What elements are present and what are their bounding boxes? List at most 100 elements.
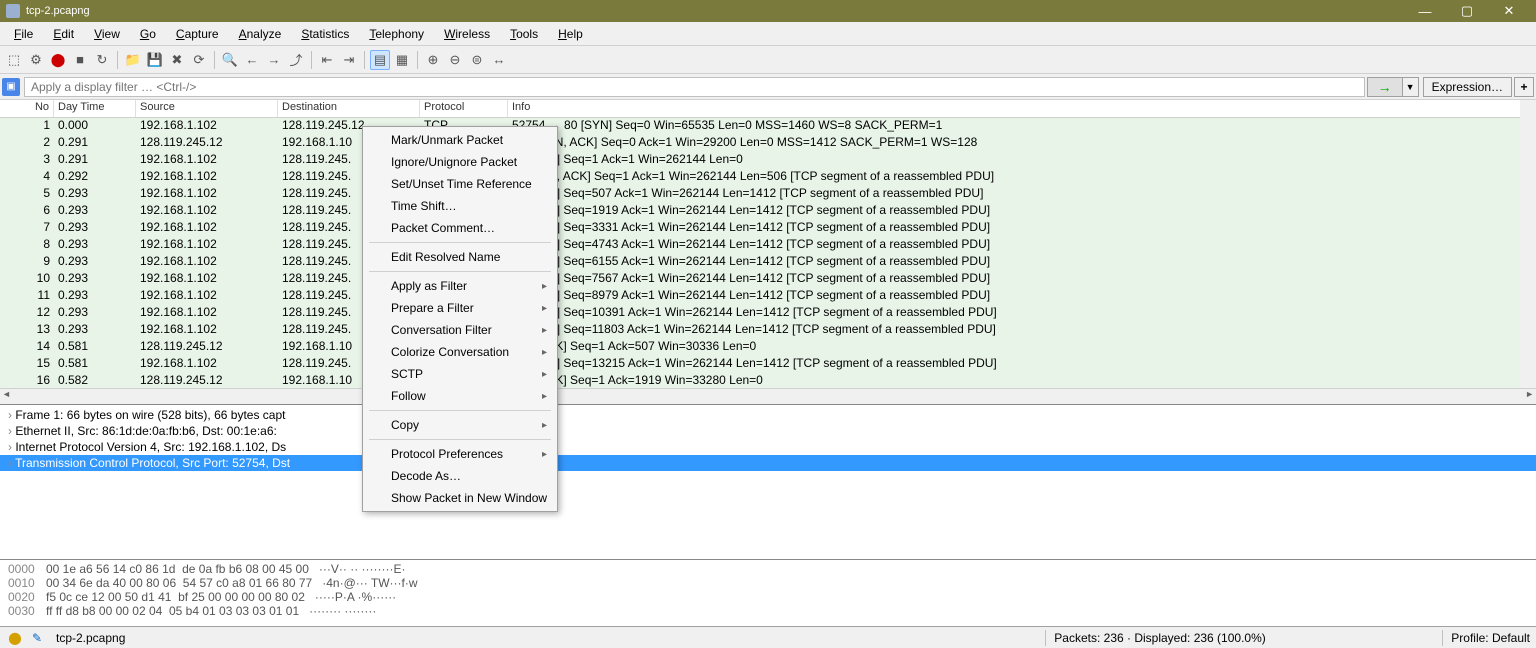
packet-row[interactable]: 70.293192.168.1.102128.119.245.80 [ACK] … <box>0 220 1536 237</box>
context-show-packet-in-new-window[interactable]: Show Packet in New Window <box>365 487 555 509</box>
context-mark-unmark-packet[interactable]: Mark/Unmark Packet <box>365 129 555 151</box>
menu-statistics[interactable]: Statistics <box>291 25 359 43</box>
packet-row[interactable]: 160.582128.119.245.12192.168.1.10754 [AC… <box>0 373 1536 388</box>
context-set-unset-time-reference[interactable]: Set/Unset Time Reference <box>365 173 555 195</box>
zoomin-icon[interactable]: ⊕ <box>423 50 443 70</box>
col-destination[interactable]: Destination <box>278 100 420 117</box>
context-protocol-preferences[interactable]: Protocol Preferences <box>365 443 555 465</box>
save-icon[interactable]: 💾 <box>145 50 165 70</box>
close-file-icon[interactable]: ✖ <box>167 50 187 70</box>
context-follow[interactable]: Follow <box>365 385 555 407</box>
context-prepare-a-filter[interactable]: Prepare a Filter <box>365 297 555 319</box>
vertical-scrollbar[interactable] <box>1520 100 1536 388</box>
find-icon[interactable]: 🔍 <box>220 50 240 70</box>
hex-line[interactable]: 001000 34 6e da 40 00 80 06 54 57 c0 a8 … <box>8 576 1528 590</box>
detail-line[interactable]: Ethernet II, Src: 86:1d:de:0a:fb:b6, Dst… <box>0 423 1536 439</box>
display-filter-input[interactable] <box>24 77 1365 97</box>
context-time-shift-[interactable]: Time Shift… <box>365 195 555 217</box>
packet-list[interactable]: No Day Time Source Destination Protocol … <box>0 100 1536 388</box>
filter-history-button[interactable]: ▼ <box>1403 77 1419 97</box>
packet-row[interactable]: 10.000192.168.1.102128.119.245.12TCP5275… <box>0 118 1536 135</box>
context-decode-as-[interactable]: Decode As… <box>365 465 555 487</box>
context-menu[interactable]: Mark/Unmark PacketIgnore/Unignore Packet… <box>362 126 558 512</box>
packet-details[interactable]: Frame 1: 66 bytes on wire (528 bits), 66… <box>0 404 1536 559</box>
packet-row[interactable]: 120.293192.168.1.102128.119.245.80 [ACK]… <box>0 305 1536 322</box>
context-sctp[interactable]: SCTP <box>365 363 555 385</box>
resize-icon[interactable]: ↔ <box>489 50 509 70</box>
colorize-icon[interactable]: ▦ <box>392 50 412 70</box>
packet-row[interactable]: 20.291128.119.245.12192.168.1.10754 [SYN… <box>0 135 1536 152</box>
context-copy[interactable]: Copy <box>365 414 555 436</box>
menu-file[interactable]: File <box>4 25 43 43</box>
packet-row[interactable]: 140.581128.119.245.12192.168.1.10754 [AC… <box>0 339 1536 356</box>
packet-row[interactable]: 30.291192.168.1.102128.119.245.80 [ACK] … <box>0 152 1536 169</box>
horizontal-scrollbar[interactable] <box>0 388 1536 404</box>
col-info[interactable]: Info <box>508 100 1536 117</box>
context-apply-as-filter[interactable]: Apply as Filter <box>365 275 555 297</box>
close-button[interactable]: ✕ <box>1488 0 1530 22</box>
packet-row[interactable]: 40.292192.168.1.102128.119.245.80 [PSH, … <box>0 169 1536 186</box>
separator <box>117 51 118 69</box>
hex-view[interactable]: 000000 1e a6 56 14 c0 86 1d de 0a fb b6 … <box>0 559 1536 626</box>
context-conversation-filter[interactable]: Conversation Filter <box>365 319 555 341</box>
menu-help[interactable]: Help <box>548 25 593 43</box>
menu-analyze[interactable]: Analyze <box>229 25 292 43</box>
menu-view[interactable]: View <box>84 25 130 43</box>
context-packet-comment-[interactable]: Packet Comment… <box>365 217 555 239</box>
capture-file-icon[interactable]: ✎ <box>28 629 46 647</box>
autoscroll-icon[interactable]: ▤ <box>370 50 390 70</box>
separator <box>364 51 365 69</box>
zoomout-icon[interactable]: ⊖ <box>445 50 465 70</box>
maximize-button[interactable]: ▢ <box>1446 0 1488 22</box>
packet-row[interactable]: 50.293192.168.1.102128.119.245.80 [ACK] … <box>0 186 1536 203</box>
context-colorize-conversation[interactable]: Colorize Conversation <box>365 341 555 363</box>
status-packets: Packets: 236 · Displayed: 236 (100.0%) <box>1054 631 1434 645</box>
next-icon[interactable]: → <box>264 50 284 70</box>
options-icon[interactable]: ⚙ <box>26 50 46 70</box>
reload-icon[interactable]: ⟳ <box>189 50 209 70</box>
col-source[interactable]: Source <box>136 100 278 117</box>
packet-row[interactable]: 110.293192.168.1.102128.119.245.80 [ACK]… <box>0 288 1536 305</box>
open-icon[interactable]: 📁 <box>123 50 143 70</box>
start-capture-icon[interactable]: ⬤ <box>48 50 68 70</box>
menu-telephony[interactable]: Telephony <box>359 25 434 43</box>
hex-line[interactable]: 0030ff ff d8 b8 00 00 02 04 05 b4 01 03 … <box>8 604 1528 618</box>
last-icon[interactable]: ⇥ <box>339 50 359 70</box>
first-icon[interactable]: ⇤ <box>317 50 337 70</box>
detail-line[interactable]: Internet Protocol Version 4, Src: 192.16… <box>0 439 1536 455</box>
detail-line[interactable]: Transmission Control Protocol, Src Port:… <box>0 455 1536 471</box>
expert-info-icon[interactable]: ⬤ <box>6 629 24 647</box>
context-edit-resolved-name[interactable]: Edit Resolved Name <box>365 246 555 268</box>
packet-row[interactable]: 130.293192.168.1.102128.119.245.80 [ACK]… <box>0 322 1536 339</box>
packet-row[interactable]: 80.293192.168.1.102128.119.245.80 [ACK] … <box>0 237 1536 254</box>
menu-go[interactable]: Go <box>130 25 166 43</box>
add-filter-button[interactable]: + <box>1514 77 1534 97</box>
menu-edit[interactable]: Edit <box>43 25 84 43</box>
expression-button[interactable]: Expression… <box>1423 77 1512 97</box>
menu-tools[interactable]: Tools <box>500 25 548 43</box>
goto-icon[interactable]: ⤴ <box>286 50 306 70</box>
col-no[interactable]: No <box>0 100 54 117</box>
hex-line[interactable]: 000000 1e a6 56 14 c0 86 1d de 0a fb b6 … <box>8 562 1528 576</box>
col-daytime[interactable]: Day Time <box>54 100 136 117</box>
bookmark-icon[interactable]: ▣ <box>2 78 20 96</box>
hex-line[interactable]: 0020f5 0c ce 12 00 50 d1 41 bf 25 00 00 … <box>8 590 1528 604</box>
prev-icon[interactable]: ← <box>242 50 262 70</box>
status-profile[interactable]: Profile: Default <box>1451 631 1530 645</box>
restart-icon[interactable]: ↻ <box>92 50 112 70</box>
packet-row[interactable]: 60.293192.168.1.102128.119.245.80 [ACK] … <box>0 203 1536 220</box>
stop-icon[interactable]: ■ <box>70 50 90 70</box>
interfaces-icon[interactable]: ⬚ <box>4 50 24 70</box>
apply-filter-button[interactable]: → <box>1367 77 1403 97</box>
packet-row[interactable]: 100.293192.168.1.102128.119.245.80 [ACK]… <box>0 271 1536 288</box>
zoomreset-icon[interactable]: ⊜ <box>467 50 487 70</box>
menu-capture[interactable]: Capture <box>166 25 229 43</box>
packet-row[interactable]: 150.581192.168.1.102128.119.245.80 [ACK]… <box>0 356 1536 373</box>
detail-line[interactable]: Frame 1: 66 bytes on wire (528 bits), 66… <box>0 407 1536 423</box>
context-ignore-unignore-packet[interactable]: Ignore/Unignore Packet <box>365 151 555 173</box>
col-protocol[interactable]: Protocol <box>420 100 508 117</box>
minimize-button[interactable]: — <box>1404 0 1446 22</box>
menu-wireless[interactable]: Wireless <box>434 25 500 43</box>
menu-separator <box>369 242 551 243</box>
packet-row[interactable]: 90.293192.168.1.102128.119.245.80 [ACK] … <box>0 254 1536 271</box>
